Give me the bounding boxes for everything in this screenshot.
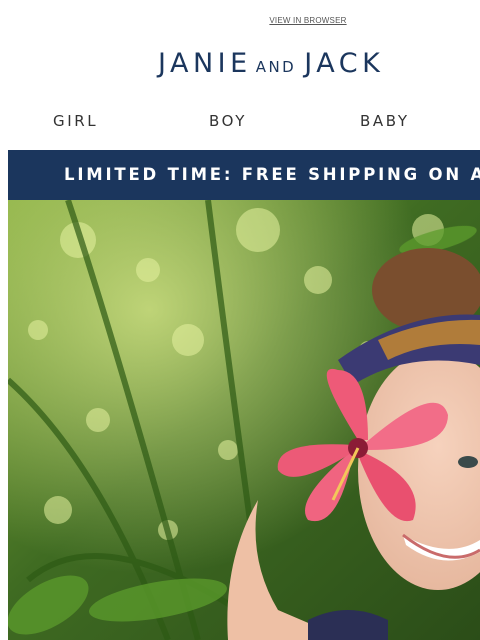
nav-item-girl[interactable]: GIRL xyxy=(53,112,98,130)
logo-word-janie: JANIE xyxy=(158,48,252,79)
hero-image[interactable] xyxy=(8,200,480,640)
view-in-browser-link[interactable]: VIEW IN BROWSER xyxy=(0,16,480,25)
nav-item-boy[interactable]: BOY xyxy=(209,112,247,130)
promo-banner[interactable]: LIMITED TIME: FREE SHIPPING ON ANY ORDER xyxy=(8,150,480,200)
logo-word-and: AND xyxy=(255,58,297,76)
promo-text: LIMITED TIME: FREE SHIPPING ON ANY ORDER xyxy=(64,165,480,184)
main-nav: GIRL BOY BABY xyxy=(0,112,480,136)
janie-and-jack-logo[interactable]: JANIE AND JACK xyxy=(158,50,384,77)
hero-photo-girl-with-hibiscus xyxy=(8,200,480,640)
logo-word-jack: JACK xyxy=(304,48,385,79)
nav-item-baby[interactable]: BABY xyxy=(360,112,410,130)
